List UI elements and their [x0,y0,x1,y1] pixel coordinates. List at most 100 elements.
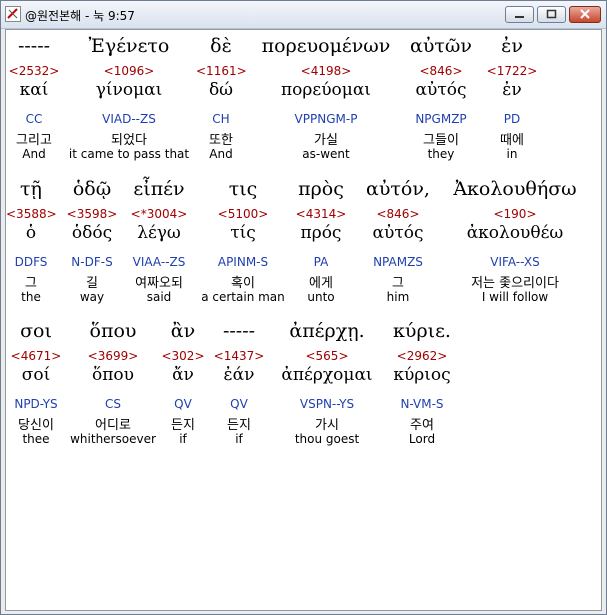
greek-word: δὲ [210,35,232,57]
app-window: @원전본해 - 눅 9:57 ----- <2532> καί CC 그리고 A… [0,0,607,615]
greek-word: πορευομένων [261,35,391,57]
english-gloss: if [235,432,243,446]
korean-gloss: 그들이 [423,133,459,148]
interlinear-view[interactable]: ----- <2532> καί CC 그리고 And Ἐγένετο <109… [5,29,602,611]
strong-number: <4198> [300,64,352,78]
korean-gloss: 때에 [500,133,524,148]
parsing-code: DDFS [14,255,48,269]
parsing-code: VPPNGM-P [294,112,358,126]
greek-word: σοι [20,320,52,342]
korean-gloss: 어디로 [95,418,131,433]
title-bar[interactable]: @원전본해 - 눅 9:57 [1,1,606,29]
korean-gloss: 그 [392,276,404,291]
english-gloss: unto [307,290,335,304]
greek-word: ἂν [170,320,196,342]
korean-gloss: 당신이 [18,418,54,433]
parsing-code: CC [25,112,43,126]
lemma: πρός [300,223,342,243]
english-gloss: And [209,147,233,161]
parsing-code: NPAMZS [373,255,423,269]
maximize-button[interactable] [537,6,566,23]
greek-word: τις [228,178,258,200]
greek-word: αὐτῶν [410,35,472,57]
parsing-code: VIAD--ZS [102,112,156,126]
lemma: ὁδός [71,223,113,243]
english-gloss: him [386,290,410,304]
lemma: ἐν [502,80,522,100]
lemma: λέγω [137,223,181,243]
greek-word: Ἐγένετο [88,35,170,57]
greek-word: ----- [17,35,51,57]
english-gloss: if [179,432,187,446]
minimize-icon [515,16,524,18]
strong-number: <3598> [66,207,118,221]
korean-gloss: 가시 [315,418,339,433]
parsing-code: CS [105,397,121,411]
lemma: γίνομαι [95,80,163,100]
greek-word: Ἀκολουθήσω [453,178,577,200]
parsing-code: N-VM-S [400,397,444,411]
english-gloss: it came to pass that [68,147,190,161]
parsing-code: N-DF-S [71,255,113,269]
strong-number: <5100> [217,207,269,221]
strong-number: <565> [305,349,349,363]
lemma: δώ [208,80,234,100]
parsing-code: QV [174,397,192,411]
english-gloss: the [21,290,41,304]
english-gloss: And [22,147,46,161]
korean-gloss: 혹이 [231,276,255,291]
korean-gloss: 에게 [309,276,333,291]
korean-gloss: 저는 좇으리이다 [471,276,559,291]
english-gloss: they [427,147,455,161]
parsing-code: PD [503,112,521,126]
lemma: σοί [21,365,51,385]
strong-number: <190> [493,207,537,221]
strong-number: <846> [376,207,420,221]
english-gloss: way [79,290,105,304]
parsing-code: NPGMZP [415,112,467,126]
english-gloss: as-went [302,147,350,161]
lemma: πορεύομαι [281,80,371,100]
lemma: ὅπου [92,365,134,385]
parsing-code: QV [230,397,248,411]
greek-word: κύριε. [393,320,451,342]
close-button[interactable] [569,6,601,23]
english-gloss: thee [22,432,50,446]
maximize-icon [546,9,557,19]
strong-number: <2532> [8,64,60,78]
strong-number: <1722> [486,64,538,78]
close-icon [580,9,590,19]
lemma: κύριος [393,365,451,385]
lemma: τίς [230,223,256,243]
parsing-code: APINM-S [217,255,269,269]
lemma: αὐτός [372,223,424,243]
korean-gloss: 길 [86,276,98,291]
english-gloss: Lord [408,432,436,446]
lemma: ἐάν [223,365,255,385]
strong-number: <*3004> [130,207,188,221]
lemma: καί [19,80,49,100]
parsing-code: CH [212,112,230,126]
strong-number: <3699> [87,349,139,363]
lemma: ὁ [25,223,37,243]
greek-word: ἀπέρχῃ. [289,320,365,342]
strong-number: <1437> [213,349,265,363]
korean-gloss: 주여 [410,418,434,433]
lemma: ἀκολουθέω [466,223,564,243]
korean-gloss: 가실 [314,133,338,148]
english-gloss: I will follow [481,290,549,304]
greek-word: ----- [222,320,256,342]
parsing-code: VIAA--ZS [132,255,186,269]
greek-word: εἶπέν [133,178,185,200]
korean-gloss: 그 [25,276,37,291]
greek-word: ἐν [501,35,523,57]
parsing-code: VIFA--XS [490,255,540,269]
strong-number: <4671> [10,349,62,363]
lemma: ἄν [172,365,194,385]
strong-number: <1161> [196,64,247,78]
parsing-code: VSPN--YS [299,397,355,411]
parsing-code: PA [313,255,329,269]
minimize-button[interactable] [505,6,534,23]
korean-gloss: 그리고 [16,133,52,148]
lemma: αὐτός [415,80,467,100]
